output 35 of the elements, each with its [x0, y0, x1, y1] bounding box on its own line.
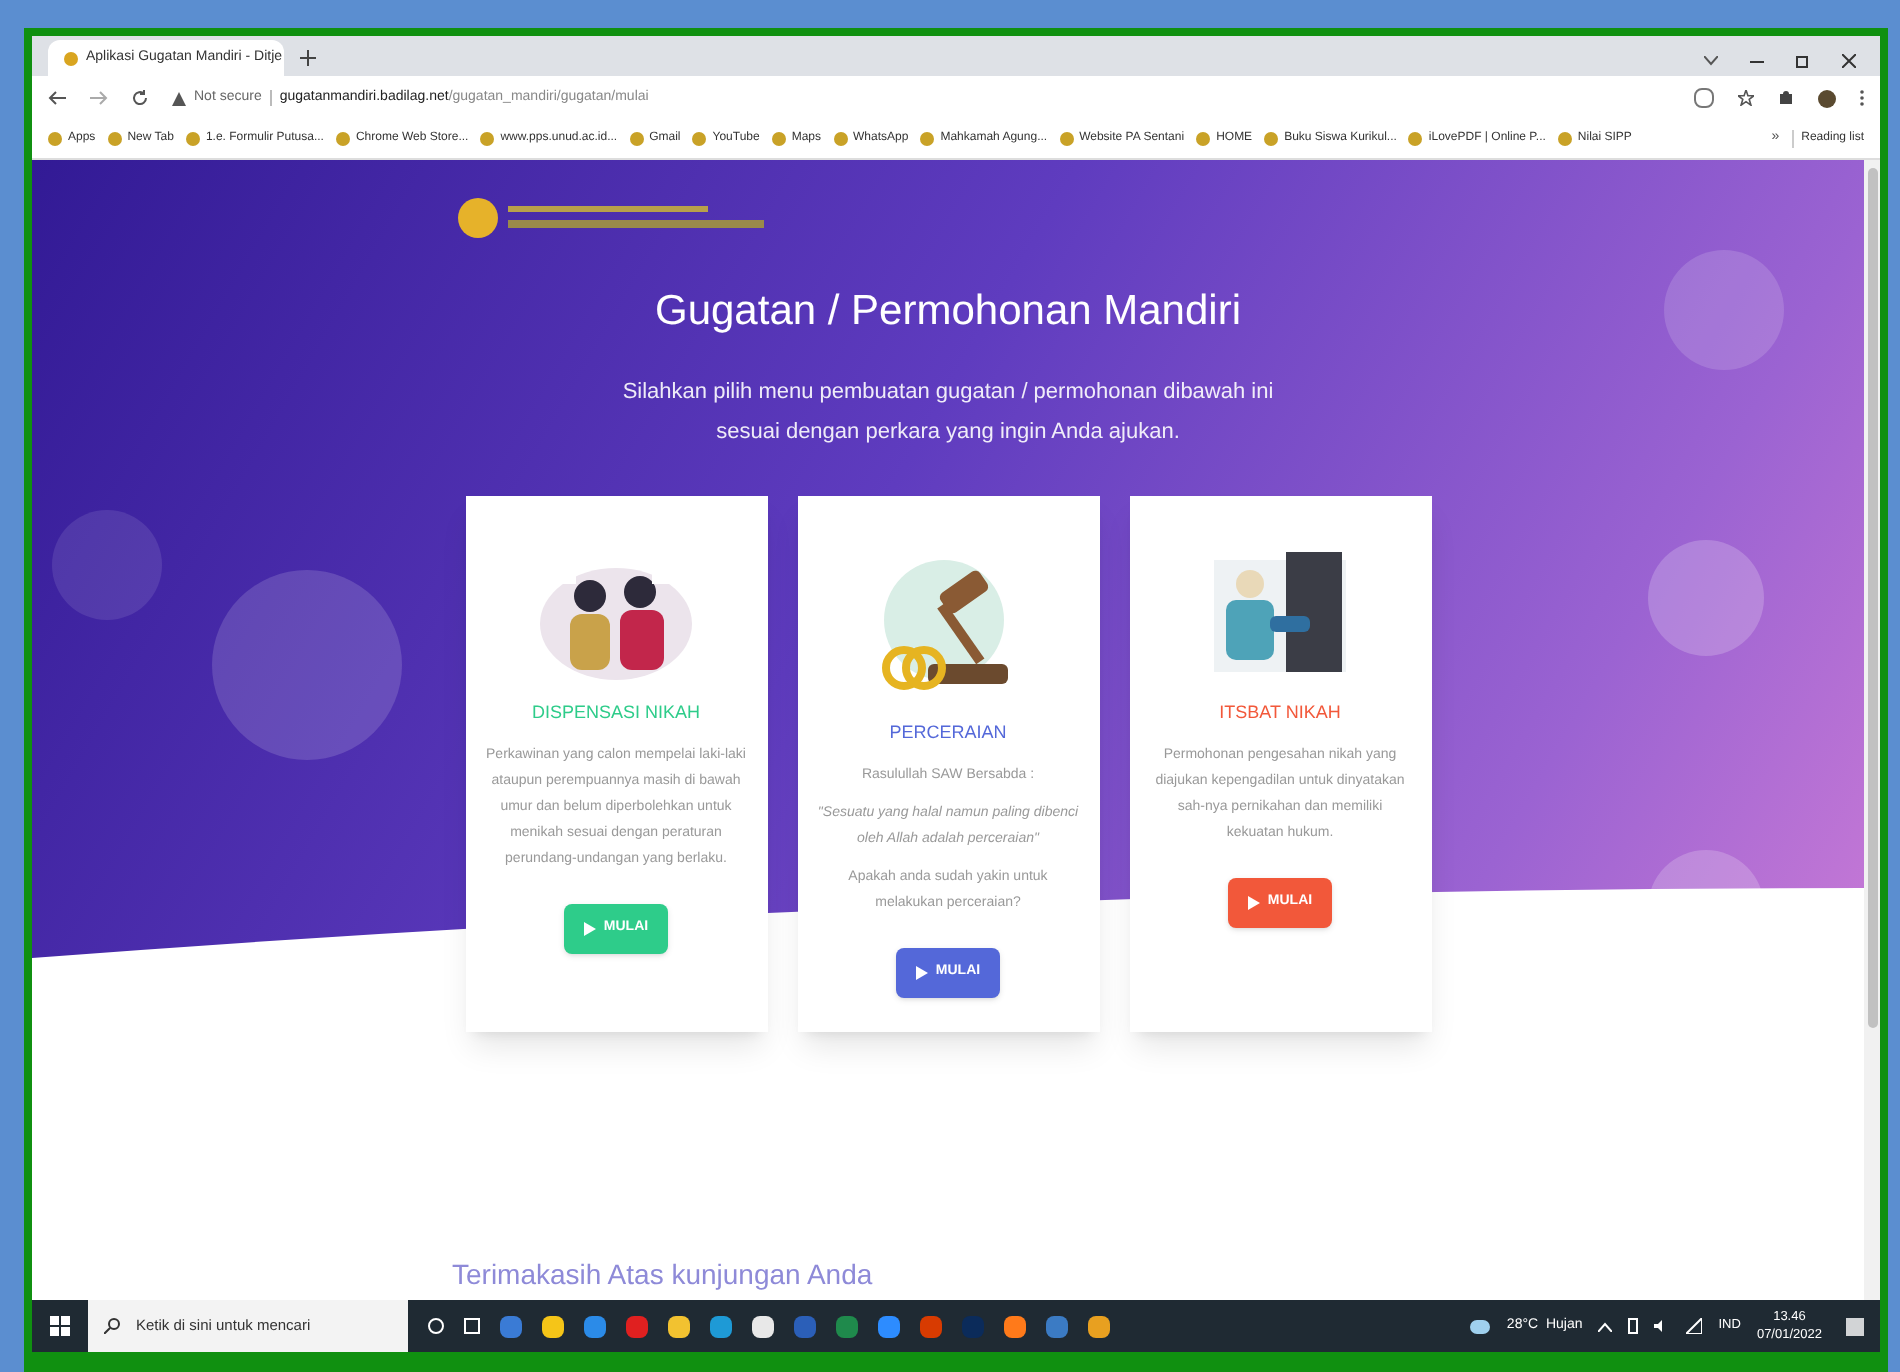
close-icon[interactable]: [1842, 54, 1856, 68]
taskbar-app-icon[interactable]: [752, 1315, 774, 1337]
card-title: ITSBAT NIKAH: [1219, 699, 1341, 725]
new-tab-icon[interactable]: [300, 50, 316, 66]
task-view-icon[interactable]: [464, 1318, 480, 1334]
page-title: Gugatan / Permohonan Mandiri: [654, 286, 1241, 338]
card-title: PERCERAIAN: [889, 719, 1007, 745]
play-icon: [583, 921, 596, 936]
windows-logo-icon[interactable]: [50, 1316, 70, 1336]
search-icon: [104, 1318, 120, 1334]
cortana-icon[interactable]: [428, 1318, 444, 1334]
chevron-up-icon[interactable]: [1598, 1321, 1613, 1331]
card-title: DISPENSASI NIKAH: [531, 699, 701, 725]
footer-text: Terimakasih Atas kunjungan Anda: [452, 1256, 873, 1294]
taskbar-app-icon[interactable]: [1004, 1315, 1026, 1337]
chevron-down-icon[interactable]: [1704, 56, 1718, 66]
profile-avatar[interactable]: [1818, 89, 1836, 107]
restore-icon[interactable]: [1796, 54, 1810, 68]
taskbar-app-icon[interactable]: [668, 1315, 690, 1337]
taskbar-app-icon[interactable]: [1088, 1315, 1110, 1337]
back-arrow-icon[interactable]: [48, 90, 66, 106]
reload-icon[interactable]: [132, 90, 148, 106]
page-subtitle: Silahkan pilih menu pembuatan gugatan / permohonan dibawah ini: [622, 377, 1274, 407]
page-subtitle: sesuai dengan perkara yang ingin Anda ajukan.: [716, 417, 1180, 447]
network-icon[interactable]: [1686, 1318, 1703, 1334]
site-favicon: [64, 51, 78, 65]
play-icon: [1247, 895, 1260, 910]
scrollbar[interactable]: [1864, 160, 1880, 1300]
warning-icon: [172, 91, 186, 105]
star-icon[interactable]: [1738, 90, 1754, 106]
notification-icon[interactable]: [1846, 1317, 1864, 1335]
battery-icon[interactable]: [1628, 1318, 1639, 1334]
minimize-icon[interactable]: [1750, 59, 1764, 63]
play-icon: [915, 965, 928, 980]
taskbar-app-icon[interactable]: [542, 1315, 564, 1337]
